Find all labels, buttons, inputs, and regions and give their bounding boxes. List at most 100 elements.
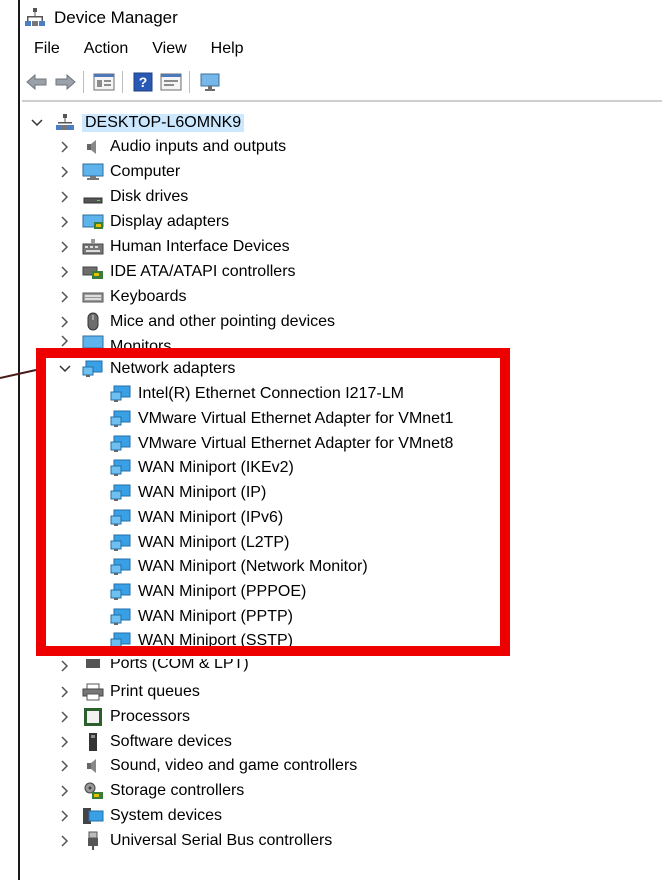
device-item[interactable]: WAN Miniport (PPPOE) [110, 579, 306, 604]
network-adapter-icon [82, 359, 104, 379]
device-item[interactable]: WAN Miniport (L2TP) [110, 530, 289, 555]
expand-chevron-icon[interactable] [58, 685, 72, 699]
computer-name: DESKTOP-L6OMNK9 [82, 113, 245, 132]
device-item[interactable]: WAN Miniport (IKEv2) [110, 455, 294, 480]
category-processors[interactable]: Processors [58, 704, 190, 729]
expand-chevron-icon[interactable] [58, 190, 72, 204]
device-label: WAN Miniport (PPPOE) [138, 582, 307, 600]
category-label: Ports (COM & LPT) [110, 659, 249, 672]
category-label: System devices [110, 806, 223, 824]
device-item[interactable]: VMware Virtual Ethernet Adapter for VMne… [110, 431, 453, 456]
window-left-edge [18, 0, 20, 880]
menu-file[interactable]: File [34, 40, 60, 58]
category-print-queues[interactable]: Print queues [58, 679, 200, 704]
expand-chevron-icon[interactable] [58, 265, 72, 279]
expand-chevron-icon[interactable] [58, 659, 72, 673]
category-ports[interactable]: Ports (COM & LPT) [58, 659, 249, 673]
monitor-icon [82, 334, 104, 348]
expand-chevron-icon[interactable] [58, 315, 72, 329]
category-audio[interactable]: Audio inputs and outputs [58, 134, 286, 159]
device-item[interactable]: WAN Miniport (Network Monitor) [110, 554, 368, 579]
expand-chevron-icon[interactable] [58, 809, 72, 823]
category-hid[interactable]: Human Interface Devices [58, 234, 290, 259]
category-network-adapters[interactable]: Network adapters [58, 356, 235, 381]
category-keyboards[interactable]: Keyboards [58, 284, 187, 309]
network-adapter-icon [110, 508, 132, 528]
network-adapter-icon [110, 483, 132, 503]
device-label: VMware Virtual Ethernet Adapter for VMne… [138, 409, 454, 427]
category-label: Storage controllers [110, 781, 245, 799]
view-button[interactable] [158, 69, 184, 95]
properties-icon [93, 73, 115, 91]
collapse-chevron-icon[interactable] [30, 116, 44, 130]
help-button[interactable]: ? [130, 69, 156, 95]
category-label: Display adapters [110, 212, 230, 230]
forward-button[interactable] [52, 69, 78, 95]
expand-chevron-icon[interactable] [58, 140, 72, 154]
category-monitors[interactable]: Monitors [58, 334, 171, 348]
scan-hardware-icon [200, 73, 220, 91]
expand-chevron-icon[interactable] [58, 759, 72, 773]
speaker-icon [82, 756, 104, 776]
category-label: Processors [110, 707, 191, 725]
expand-chevron-icon[interactable] [58, 784, 72, 798]
category-usb[interactable]: Universal Serial Bus controllers [58, 828, 332, 853]
category-label: Human Interface Devices [110, 237, 290, 255]
expand-chevron-icon[interactable] [58, 710, 72, 724]
title-bar: Device Manager [22, 4, 662, 32]
properties-button[interactable] [91, 69, 117, 95]
device-label: WAN Miniport (SSTP) [138, 631, 293, 649]
network-adapter-icon [110, 434, 132, 454]
category-label: Print queues [110, 682, 200, 700]
expand-chevron-icon[interactable] [58, 834, 72, 848]
scan-hardware-button[interactable] [197, 69, 223, 95]
expand-chevron-icon[interactable] [58, 165, 72, 179]
menu-view[interactable]: View [152, 40, 186, 58]
category-ide[interactable]: IDE ATA/ATAPI controllers [58, 259, 296, 284]
category-label: IDE ATA/ATAPI controllers [110, 262, 296, 280]
network-adapter-icon [110, 458, 132, 478]
category-label: Disk drives [110, 187, 189, 205]
category-storage-controllers[interactable]: Storage controllers [58, 778, 244, 803]
category-disk-drives[interactable]: Disk drives [58, 184, 188, 209]
back-button[interactable] [24, 69, 50, 95]
device-label: WAN Miniport (Network Monitor) [138, 557, 368, 575]
ide-controller-icon [82, 262, 104, 282]
network-adapter-icon [110, 384, 132, 404]
category-software-devices[interactable]: Software devices [58, 729, 232, 754]
tree-root[interactable]: DESKTOP-L6OMNK9 [30, 110, 245, 135]
device-item[interactable]: WAN Miniport (SSTP) [110, 628, 293, 653]
category-display-adapters[interactable]: Display adapters [58, 209, 229, 234]
category-label: Keyboards [110, 287, 187, 305]
expand-chevron-icon[interactable] [58, 735, 72, 749]
category-computer[interactable]: Computer [58, 159, 180, 184]
collapse-chevron-icon[interactable] [58, 362, 72, 376]
storage-controller-icon [82, 781, 104, 801]
network-adapter-icon [110, 607, 132, 627]
network-adapter-icon [110, 582, 132, 602]
disk-drive-icon [82, 187, 104, 207]
view-icon [160, 73, 182, 91]
category-label: Sound, video and game controllers [110, 756, 358, 774]
category-mice[interactable]: Mice and other pointing devices [58, 309, 335, 334]
expand-chevron-icon[interactable] [58, 334, 72, 348]
category-sound[interactable]: Sound, video and game controllers [58, 753, 357, 778]
device-item[interactable]: WAN Miniport (PPTP) [110, 604, 293, 629]
expand-chevron-icon[interactable] [58, 240, 72, 254]
expand-chevron-icon[interactable] [58, 290, 72, 304]
network-adapter-icon [110, 533, 132, 553]
hid-icon [82, 237, 104, 257]
device-item[interactable]: VMware Virtual Ethernet Adapter for VMne… [110, 406, 453, 431]
category-system-devices[interactable]: System devices [58, 803, 222, 828]
device-item[interactable]: Intel(R) Ethernet Connection I217-LM [110, 381, 404, 406]
expand-chevron-icon[interactable] [58, 215, 72, 229]
processor-icon [82, 707, 104, 727]
display-adapter-icon [82, 212, 104, 232]
device-item[interactable]: WAN Miniport (IP) [110, 480, 266, 505]
toolbar-separator [189, 71, 190, 93]
device-item[interactable]: WAN Miniport (IPv6) [110, 505, 283, 530]
toolbar-separator [83, 71, 84, 93]
device-manager-icon [25, 8, 45, 26]
menu-help[interactable]: Help [211, 40, 244, 58]
menu-action[interactable]: Action [84, 40, 128, 58]
